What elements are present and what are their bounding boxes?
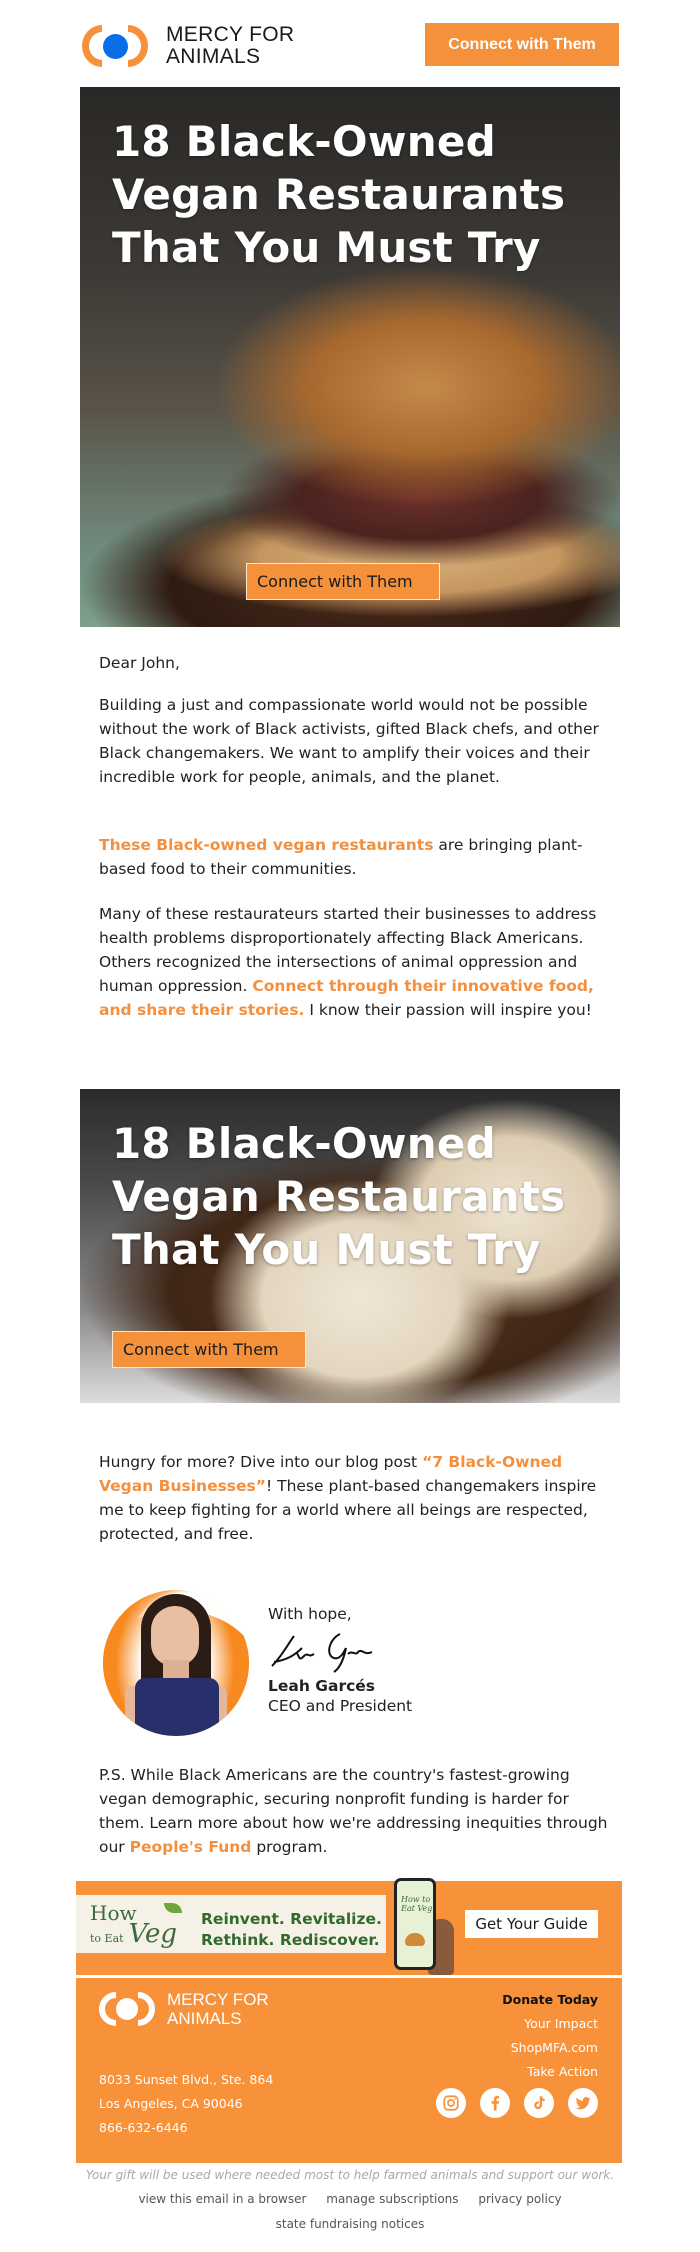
- closing: With hope,: [268, 1605, 352, 1623]
- footer-phone[interactable]: 866-632-6446: [99, 2116, 273, 2140]
- hero-image-burger[interactable]: 18 Black-Owned Vegan Restaurants That Yo…: [80, 87, 620, 627]
- tiktok-icon[interactable]: [524, 2088, 554, 2118]
- peoples-fund-link[interactable]: People's Fund: [130, 1838, 252, 1856]
- footer: MERCY FOR ANIMALS 8033 Sunset Blvd., Ste…: [76, 1978, 622, 2163]
- ps-paragraph: P.S. While Black Americans are the count…: [99, 1766, 608, 1856]
- privacy-policy-link[interactable]: privacy policy: [478, 2192, 561, 2206]
- donate-today-link[interactable]: Donate Today: [502, 1988, 598, 2012]
- how-to-eat-veg-logo: How to Eat Veg: [90, 1903, 182, 1947]
- ceo-name: Leah Garcés: [268, 1677, 376, 1695]
- hero-title-2: 18 Black-Owned Vegan Restaurants That Yo…: [112, 1119, 566, 1274]
- legal-links: view this email in a browser manage subs…: [60, 2192, 640, 2206]
- shop-link[interactable]: ShopMFA.com: [502, 2036, 598, 2060]
- footer-logo[interactable]: MERCY FOR ANIMALS: [99, 1990, 269, 2028]
- facebook-icon[interactable]: [480, 2088, 510, 2118]
- mfa-logo-icon: [82, 25, 148, 67]
- twitter-icon[interactable]: [568, 2088, 598, 2118]
- hero2-connect-button[interactable]: Connect with Them: [112, 1331, 306, 1368]
- footer-address: 8033 Sunset Blvd., Ste. 864 Los Angeles,…: [99, 2068, 273, 2140]
- how-to-eat-veg-banner[interactable]: How to Eat Veg Reinvent. Revitalize. Ret…: [76, 1878, 622, 1975]
- state-fundraising-notices-link[interactable]: state fundraising notices: [276, 2217, 425, 2231]
- ceo-title: CEO and President: [268, 1697, 413, 1715]
- intro-paragraph: Building a just and compassionate world …: [99, 696, 599, 786]
- social-links: [436, 2088, 598, 2118]
- logo-wordmark: MERCY FOR ANIMALS: [166, 23, 295, 68]
- restaurants-link[interactable]: These Black-owned vegan restaurants: [99, 836, 433, 854]
- hero-image-tacos[interactable]: 18 Black-Owned Vegan Restaurants That Yo…: [80, 1089, 620, 1403]
- mfa-logo-icon-white: [99, 1992, 155, 2026]
- hero-connect-button[interactable]: Connect with Them: [246, 563, 440, 600]
- instagram-icon[interactable]: [436, 2088, 466, 2118]
- mfa-logo[interactable]: MERCY FOR ANIMALS: [82, 24, 294, 68]
- get-your-guide-button[interactable]: Get Your Guide: [465, 1910, 598, 1938]
- take-action-link[interactable]: Take Action: [502, 2060, 598, 2084]
- restaurateurs-paragraph: Many of these restaurateurs started thei…: [99, 905, 597, 1019]
- signature-block: With hope, Leah Garcés CEO and President: [268, 1604, 412, 1716]
- view-in-browser-link[interactable]: view this email in a browser: [138, 2192, 306, 2206]
- restaurants-paragraph: These Black-owned vegan restaurants are …: [99, 836, 583, 878]
- hero-title: 18 Black-Owned Vegan Restaurants That Yo…: [112, 117, 566, 272]
- footer-links: Donate Today Your Impact ShopMFA.com Tak…: [502, 1988, 598, 2084]
- handwritten-signature-icon: [271, 1633, 373, 1673]
- promo-tagline: Reinvent. Revitalize. Rethink. Rediscove…: [201, 1910, 382, 1949]
- gift-note: Your gift will be used where needed most…: [85, 2168, 615, 2182]
- legal-links-2: state fundraising notices: [60, 2217, 640, 2231]
- phone-guide-icon: How to Eat Veg: [394, 1878, 436, 1970]
- blog-paragraph: Hungry for more? Dive into our blog post…: [99, 1453, 597, 1543]
- greeting: Dear John,: [99, 654, 180, 672]
- header-connect-button[interactable]: Connect with Them: [425, 23, 619, 66]
- ceo-portrait: [103, 1590, 249, 1736]
- manage-subscriptions-link[interactable]: manage subscriptions: [326, 2192, 458, 2206]
- your-impact-link[interactable]: Your Impact: [502, 2012, 598, 2036]
